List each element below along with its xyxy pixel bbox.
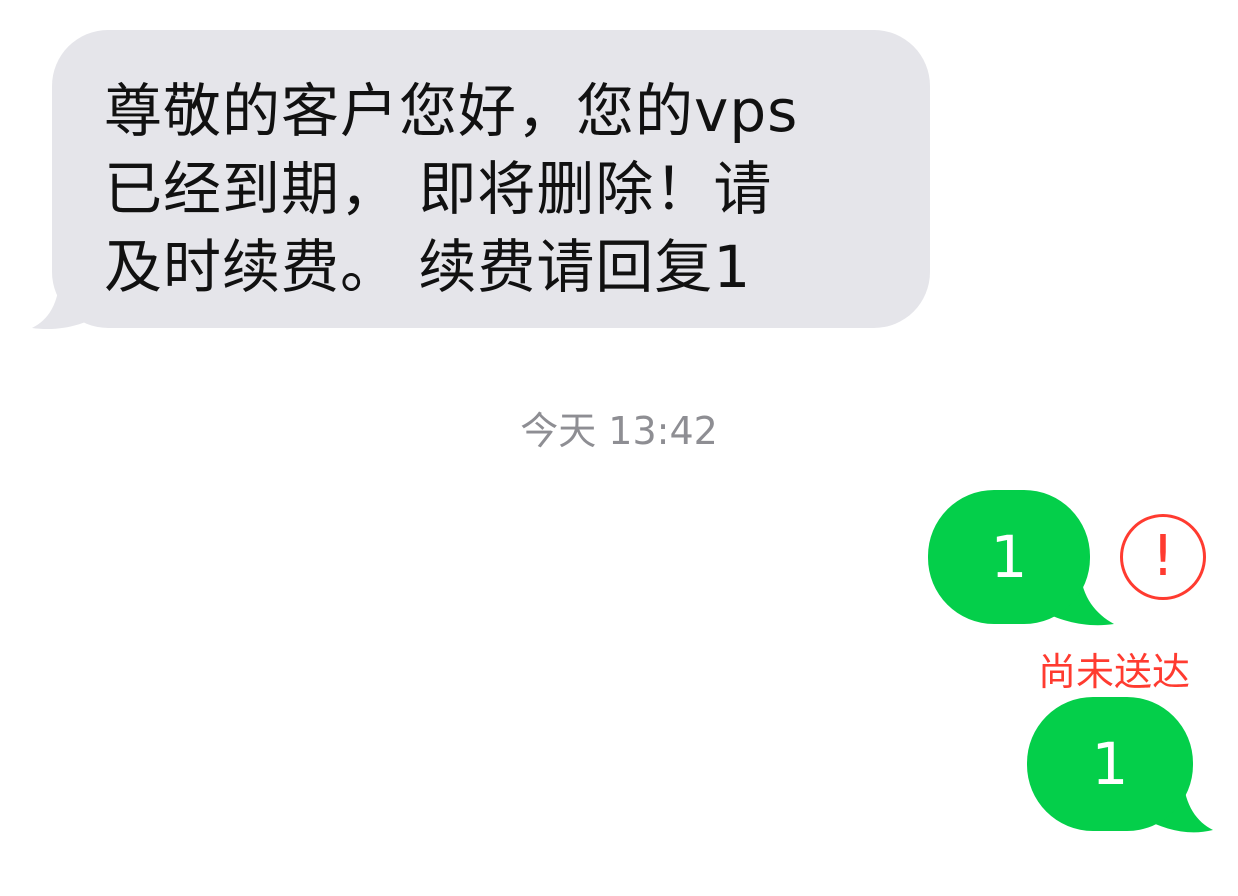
incoming-message-text: 尊敬的客户您好，您的vps 已经到期， 即将删除！请 及时续费。 续费请回复1 <box>104 77 799 301</box>
outgoing-message-text: 1 <box>1091 730 1129 798</box>
exclamation-circle-icon[interactable]: ! <box>1120 514 1206 600</box>
error-glyph: ! <box>1151 524 1175 589</box>
incoming-bubble[interactable]: 尊敬的客户您好，您的vps 已经到期， 即将删除！请 及时续费。 续费请回复1 <box>52 30 930 328</box>
outgoing-bubble[interactable]: 1 <box>928 490 1090 624</box>
message-timestamp: 今天 13:42 <box>520 409 718 453</box>
outgoing-message-text: 1 <box>990 523 1028 591</box>
outgoing-bubble[interactable]: 1 <box>1027 697 1193 831</box>
not-delivered-status: 尚未送达 <box>1037 650 1190 694</box>
